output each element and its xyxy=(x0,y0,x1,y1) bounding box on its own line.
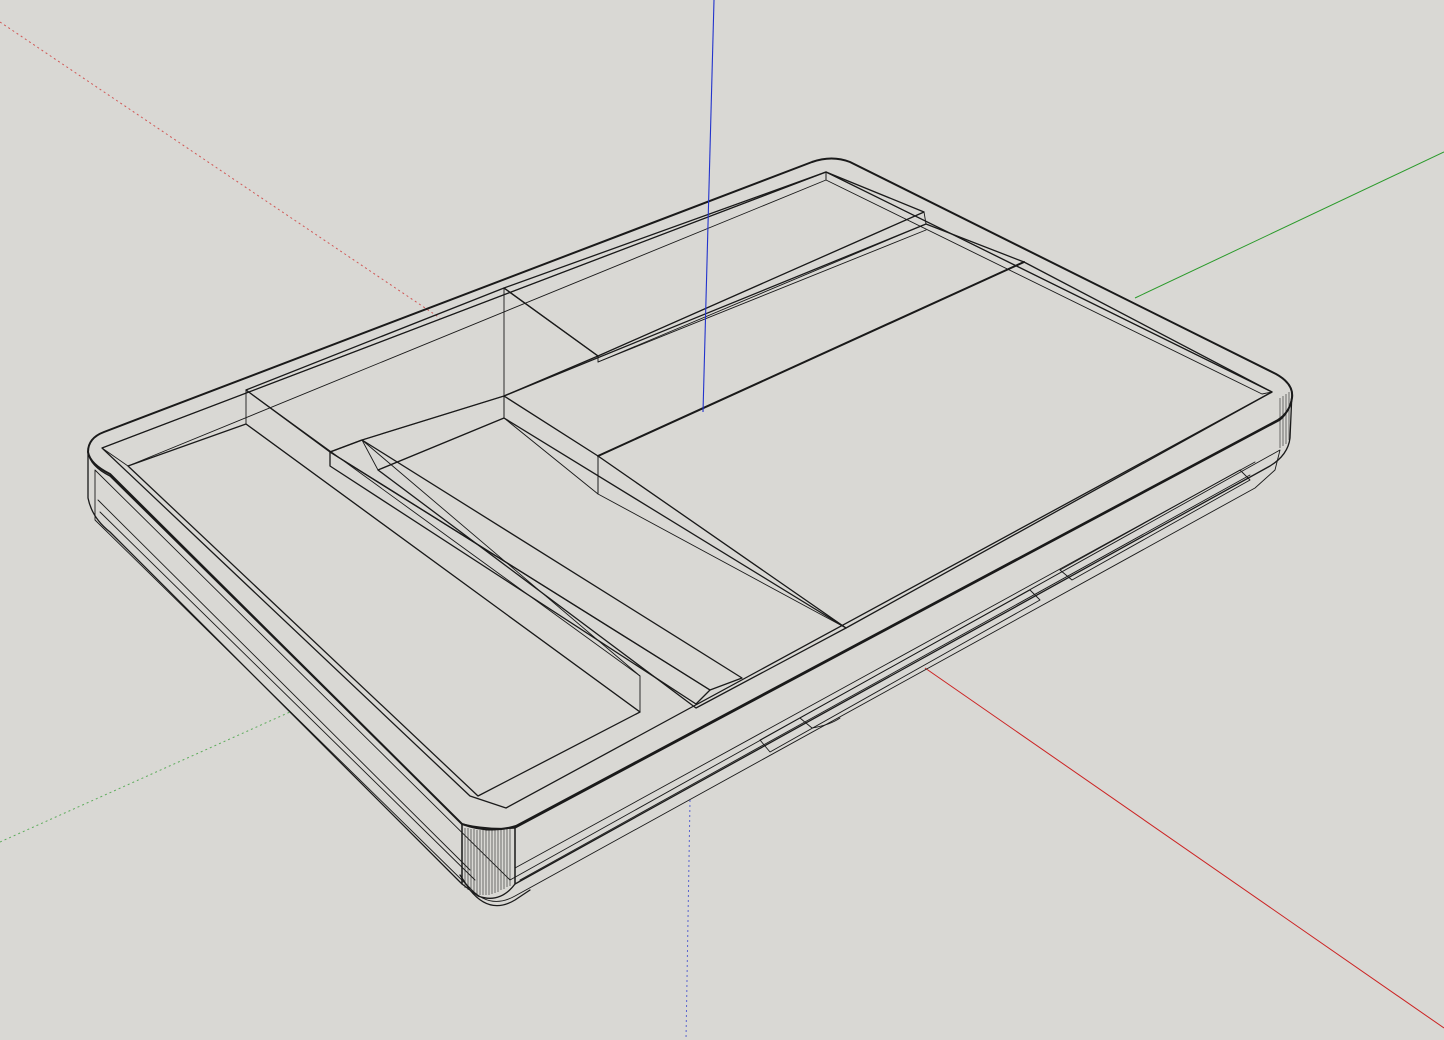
blue-axis-negative xyxy=(685,799,691,1040)
red-axis xyxy=(924,667,1444,1029)
model-scene[interactable] xyxy=(0,0,1444,1040)
left-compartment-wall xyxy=(245,389,641,713)
tray-corner-hatching xyxy=(464,828,511,895)
tray-inner-right-wall xyxy=(825,171,1273,395)
platform-front-face xyxy=(597,455,847,629)
tray-inner-back-wall xyxy=(101,171,827,467)
tray-rim-top xyxy=(87,157,1294,831)
drawing-viewport[interactable] xyxy=(0,0,1444,1040)
middle-compartment-right-wall xyxy=(503,395,599,495)
left-long-compartment xyxy=(127,423,641,797)
tray-inner-opening xyxy=(101,171,1273,809)
green-axis xyxy=(1134,151,1444,299)
blue-axis xyxy=(702,0,715,413)
divider-bar-top xyxy=(329,439,743,691)
top-left-small-compartment xyxy=(245,287,599,453)
platform-edge xyxy=(597,261,1025,457)
green-axis-negative xyxy=(0,711,291,843)
red-axis-negative xyxy=(0,21,441,319)
middle-compartment xyxy=(377,417,847,709)
tray-left-wall-outer xyxy=(87,451,463,885)
tray-front-wall-outer xyxy=(514,391,1293,885)
divider-bar-side xyxy=(329,451,711,705)
tray-right-corner-hatching xyxy=(1279,392,1290,448)
top-right-compartment-wall xyxy=(597,211,927,363)
long-groove xyxy=(503,223,1025,457)
groove-crease xyxy=(597,229,927,363)
